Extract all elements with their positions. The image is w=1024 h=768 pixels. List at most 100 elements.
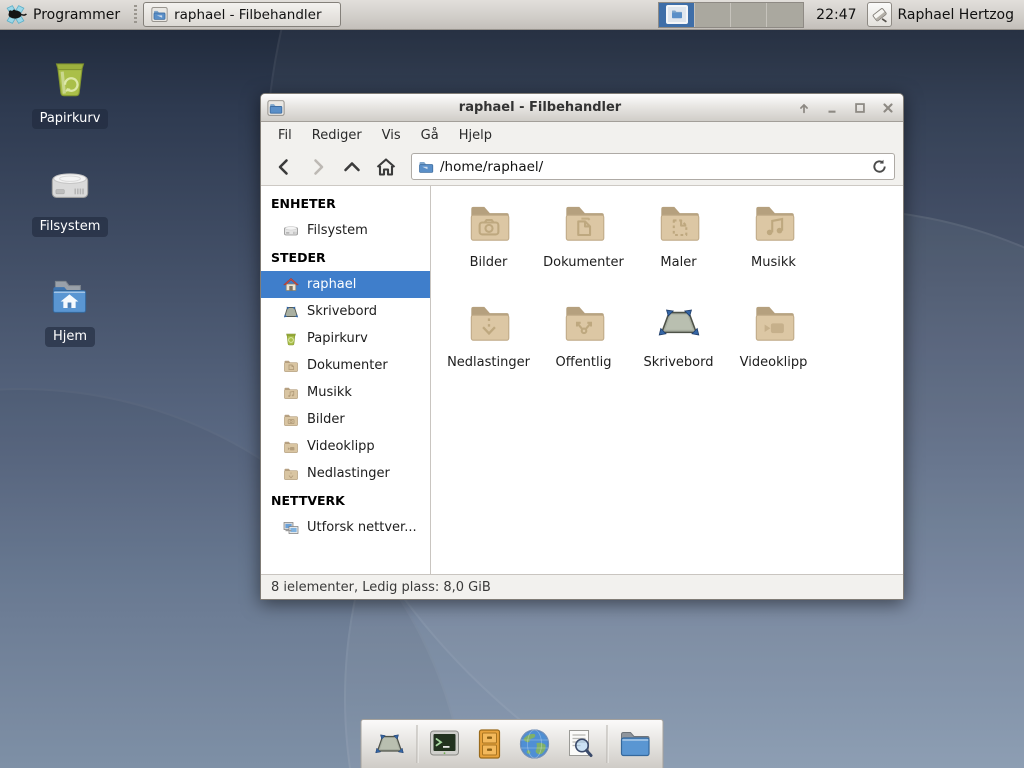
workspace-4[interactable] — [767, 3, 803, 27]
user-actions-button[interactable] — [867, 2, 892, 27]
sidebar-item-dokumenter[interactable]: Dokumenter — [261, 352, 430, 379]
desktop-icon-filsystem[interactable]: Filsystem — [20, 162, 120, 237]
workspace-1[interactable] — [659, 3, 695, 27]
clock: 22:47 — [816, 7, 856, 23]
file-item-label: Videoklipp — [740, 355, 808, 370]
workspace-2[interactable] — [695, 3, 731, 27]
maximize-button[interactable] — [851, 99, 869, 117]
network-icon — [283, 520, 299, 536]
music-folder-icon — [283, 385, 299, 401]
file-item-dokumenter[interactable]: Dokumenter — [536, 198, 631, 298]
sidebar-item-utforsk-nettverk[interactable]: Utforsk nettver... — [261, 514, 430, 541]
titlebar[interactable]: raphael - Filbehandler — [261, 94, 903, 122]
back-button[interactable] — [269, 153, 299, 181]
pictures-folder-icon — [464, 198, 514, 248]
desktop-icon-hjem[interactable]: Hjem — [20, 272, 120, 347]
desktop-icon-label: Hjem — [45, 327, 95, 347]
path-folder-icon — [418, 159, 434, 175]
reload-icon[interactable] — [871, 158, 888, 175]
desktop-icon — [283, 304, 299, 320]
desktop-icon-papirkurv[interactable]: Papirkurv — [20, 54, 120, 129]
sidebar-item-label: Musikk — [307, 385, 352, 400]
shade-button[interactable] — [795, 99, 813, 117]
trash-icon — [283, 331, 299, 347]
applications-menu-button[interactable]: Programmer — [0, 0, 130, 30]
menu-rediger[interactable]: Rediger — [303, 125, 371, 146]
xfce-mouse-logo-icon — [4, 3, 27, 26]
file-item-offentlig[interactable]: Offentlig — [536, 298, 631, 398]
forward-button[interactable] — [303, 153, 333, 181]
sidebar-header-steder: STEDER — [261, 244, 430, 271]
show-desktop-icon — [373, 727, 407, 761]
directory-menu-button[interactable] — [617, 726, 653, 762]
path-bar[interactable]: /home/raphael/ — [411, 153, 895, 180]
file-item-nedlastinger[interactable]: Nedlastinger — [441, 298, 536, 398]
sidebar-item-label: Bilder — [307, 412, 345, 427]
public-folder-icon — [559, 298, 609, 348]
user-name-label: Raphael Hertzog — [898, 7, 1014, 23]
statusbar: 8 ielementer, Ledig plass: 8,0 GiB — [261, 574, 903, 599]
trash-icon — [45, 54, 95, 104]
pictures-folder-icon — [283, 412, 299, 428]
sidebar-item-papirkurv[interactable]: Papirkurv — [261, 325, 430, 352]
menu-fil[interactable]: Fil — [269, 125, 301, 146]
file-manager-launcher[interactable] — [472, 726, 508, 762]
file-item-maler[interactable]: Maler — [631, 198, 726, 298]
home-icon — [283, 277, 299, 293]
videos-folder-icon — [749, 298, 799, 348]
sidebar-item-skrivebord[interactable]: Skrivebord — [261, 298, 430, 325]
file-item-label: Offentlig — [556, 355, 612, 370]
workspace-3[interactable] — [731, 3, 767, 27]
close-button[interactable] — [879, 99, 897, 117]
sidebar-item-musikk[interactable]: Musikk — [261, 379, 430, 406]
sidebar-item-nedlastinger[interactable]: Nedlastinger — [261, 460, 430, 487]
top-panel: Programmer raphael - Filbehandler 22:47 — [0, 0, 1024, 30]
sidebar-item-label: Dokumenter — [307, 358, 388, 373]
mini-folder-icon — [671, 9, 683, 19]
file-item-videoklipp[interactable]: Videoklipp — [726, 298, 821, 398]
sidebar-item-bilder[interactable]: Bilder — [261, 406, 430, 433]
sidebar-item-filsystem[interactable]: Filsystem — [261, 217, 430, 244]
file-cabinet-icon — [473, 727, 507, 761]
dock-separator — [607, 725, 608, 763]
menu-hjelp[interactable]: Hjelp — [450, 125, 501, 146]
file-grid: Bilder Dokumenter — [431, 186, 903, 574]
home-button[interactable] — [371, 153, 401, 181]
dock-separator — [417, 725, 418, 763]
workspace-window-thumbnail — [666, 5, 688, 24]
folder-icon — [618, 727, 652, 761]
file-item-label: Skrivebord — [643, 355, 713, 370]
path-text[interactable]: /home/raphael/ — [440, 159, 865, 175]
taskbar-window-button[interactable]: raphael - Filbehandler — [143, 2, 341, 27]
status-text: 8 ielementer, Ledig plass: 8,0 GiB — [271, 580, 491, 595]
sidebar-item-videoklipp[interactable]: Videoklipp — [261, 433, 430, 460]
sidebar-item-raphael[interactable]: raphael — [261, 271, 430, 298]
desktop-icon-label: Filsystem — [32, 217, 109, 237]
tasklist-grip[interactable] — [132, 5, 139, 25]
minimize-button[interactable] — [823, 99, 841, 117]
terminal-launcher[interactable] — [427, 726, 463, 762]
downloads-folder-icon — [283, 466, 299, 482]
menu-ga[interactable]: Gå — [412, 125, 448, 146]
file-item-bilder[interactable]: Bilder — [441, 198, 536, 298]
sidebar-item-label: raphael — [307, 277, 356, 292]
window-title: raphael - Filbehandler — [285, 100, 795, 115]
menu-vis[interactable]: Vis — [373, 125, 410, 146]
show-desktop-button[interactable] — [372, 726, 408, 762]
search-launcher[interactable] — [562, 726, 598, 762]
file-item-skrivebord[interactable]: Skrivebord — [631, 298, 726, 398]
hard-drive-icon — [283, 223, 299, 239]
file-item-musikk[interactable]: Musikk — [726, 198, 821, 298]
sidebar-item-label: Videoklipp — [307, 439, 375, 454]
web-browser-launcher[interactable] — [517, 726, 553, 762]
file-item-label: Nedlastinger — [447, 355, 530, 370]
documents-folder-icon — [559, 198, 609, 248]
terminal-icon — [428, 727, 462, 761]
documents-folder-icon — [283, 358, 299, 374]
file-manager-window-icon — [151, 6, 168, 23]
hard-drive-icon — [45, 162, 95, 212]
desktop-icon — [654, 298, 704, 348]
up-button[interactable] — [337, 153, 367, 181]
sidebar-header-nettverk: NETTVERK — [261, 487, 430, 514]
file-item-label: Maler — [660, 255, 696, 270]
